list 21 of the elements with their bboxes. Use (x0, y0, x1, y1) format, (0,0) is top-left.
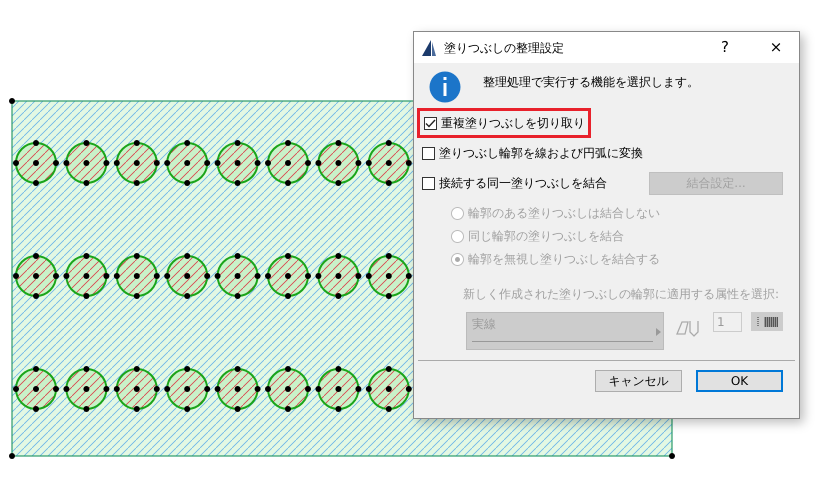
checkbox[interactable] (422, 176, 435, 190)
app-logo-icon (422, 40, 436, 56)
checkbox[interactable] (422, 146, 435, 160)
pattern-icon (756, 316, 778, 326)
radio-label: 輪郭を無視し塗りつぶしを結合する (468, 251, 660, 268)
info-icon (429, 71, 461, 103)
help-button[interactable]: ? (705, 32, 745, 62)
dialog-button[interactable]: OK (696, 370, 783, 392)
info-message: 整理処理で実行する機能を選択します。 (483, 74, 699, 91)
attribute-label: 新しく作成された塗りつぶしの輪郭に適用する属性を選択: (462, 286, 780, 303)
dialog-button[interactable]: キャンセル (595, 370, 682, 392)
checkbox-label: 重複塗りつぶしを切り取り (441, 115, 585, 132)
checkbox-label: 接続する同一塗りつぶしを結合 (439, 175, 607, 192)
close-button[interactable]: × (753, 32, 799, 62)
line-pattern-button[interactable] (751, 312, 783, 331)
dropdown-arrow-icon (656, 328, 661, 336)
checkbox-label: 塗りつぶし輪郭を線および円弧に変換 (439, 145, 643, 162)
window-title: 塗りつぶしの整理設定 (444, 40, 564, 56)
radio-label: 同じ輪郭の塗りつぶしを結合 (468, 228, 624, 245)
radio-label: 輪郭のある塗りつぶしは結合しない (468, 205, 660, 222)
checkbox[interactable] (424, 116, 437, 130)
